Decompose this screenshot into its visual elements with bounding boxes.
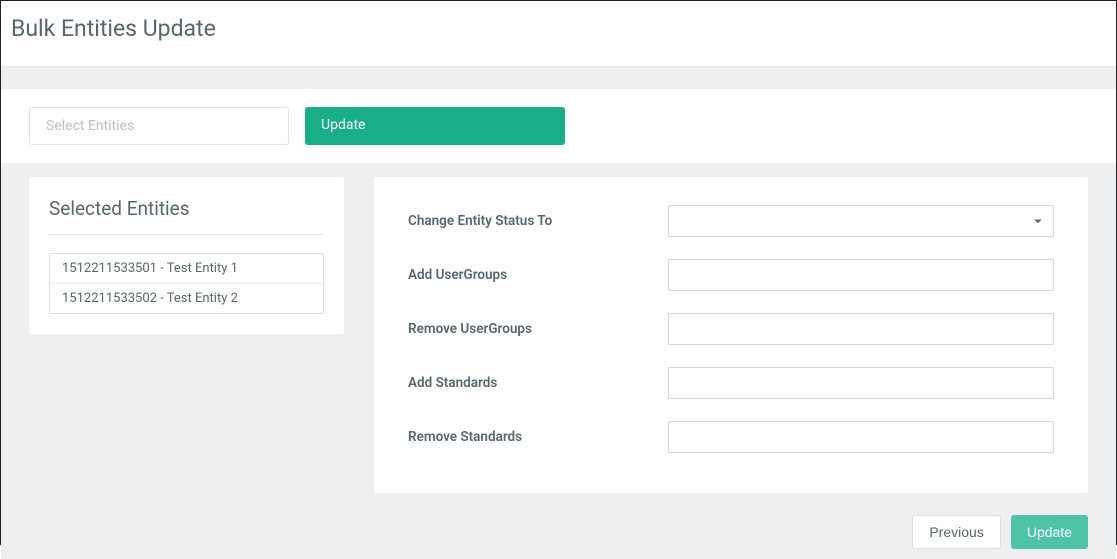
field-change-status xyxy=(668,205,1054,237)
add-usergroups-input[interactable] xyxy=(668,259,1054,291)
label-add-standards: Add Standards xyxy=(408,375,668,391)
label-remove-usergroups: Remove UserGroups xyxy=(408,321,668,337)
field-add-standards xyxy=(668,367,1054,399)
selected-entities-title: Selected Entities xyxy=(49,197,324,220)
page-title: Bulk Entities Update xyxy=(11,15,1106,42)
row-add-usergroups: Add UserGroups xyxy=(408,259,1054,291)
selected-entities-panel: Selected Entities 1512211533501 - Test E… xyxy=(29,177,344,334)
field-remove-usergroups xyxy=(668,313,1054,345)
list-item: 1512211533502 - Test Entity 2 xyxy=(50,284,323,313)
remove-standards-input[interactable] xyxy=(668,421,1054,453)
update-button[interactable]: Update xyxy=(1011,515,1088,549)
content-area: Selected Entities 1512211533501 - Test E… xyxy=(1,163,1116,507)
tab-select-entities[interactable]: Select Entities xyxy=(29,107,289,145)
tabs-bar: Select Entities Update xyxy=(1,89,1116,163)
add-standards-input[interactable] xyxy=(668,367,1054,399)
separator-strip xyxy=(1,67,1116,89)
row-remove-usergroups: Remove UserGroups xyxy=(408,313,1054,345)
tabs-container: Select Entities Update xyxy=(29,107,1088,145)
remove-usergroups-input[interactable] xyxy=(668,313,1054,345)
label-add-usergroups: Add UserGroups xyxy=(408,267,668,283)
row-remove-standards: Remove Standards xyxy=(408,421,1054,453)
field-add-usergroups xyxy=(668,259,1054,291)
label-change-status: Change Entity Status To xyxy=(408,213,668,229)
update-form-panel: Change Entity Status To Add UserGroups R… xyxy=(374,177,1088,493)
entity-list: 1512211533501 - Test Entity 1 1512211533… xyxy=(49,253,324,314)
list-item: 1512211533501 - Test Entity 1 xyxy=(50,254,323,284)
row-change-status: Change Entity Status To xyxy=(408,205,1054,237)
panel-divider xyxy=(49,234,324,235)
tab-update[interactable]: Update xyxy=(305,107,565,145)
change-status-select[interactable] xyxy=(668,205,1054,237)
label-remove-standards: Remove Standards xyxy=(408,429,668,445)
page-header: Bulk Entities Update xyxy=(1,1,1116,67)
footer-actions: Previous Update xyxy=(1,507,1116,559)
previous-button[interactable]: Previous xyxy=(912,515,1000,549)
field-remove-standards xyxy=(668,421,1054,453)
row-add-standards: Add Standards xyxy=(408,367,1054,399)
